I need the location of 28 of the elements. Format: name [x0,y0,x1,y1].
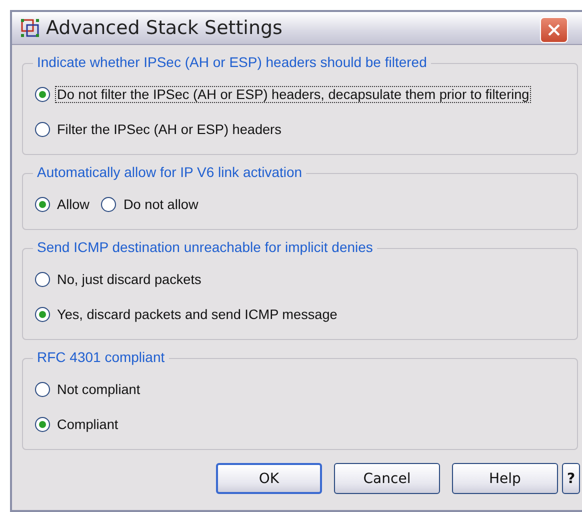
radio-button[interactable] [35,122,50,137]
group-title: Automatically allow for IP V6 link activation [33,164,306,180]
radio-button[interactable] [35,382,50,397]
option-label[interactable]: Do not filter the IPSec (AH or ESP) headers, decapsulate them prior to filtering [55,86,532,103]
group-title: Indicate whether IPSec (AH or ESP) headers should be filtered [33,54,431,70]
radio-button[interactable] [35,417,50,432]
radio-button[interactable] [35,197,50,212]
option-label[interactable]: Allow [55,196,92,213]
radio-button[interactable] [101,197,116,212]
group-title: RFC 4301 compliant [33,349,169,365]
radio-button[interactable] [35,87,50,102]
dialog-button[interactable]: OK [216,463,322,494]
option-label[interactable]: Compliant [55,416,120,433]
radio-button[interactable] [35,272,50,287]
dialog-button[interactable]: Cancel [334,463,440,494]
option-label[interactable]: Filter the IPSec (AH or ESP) headers [55,121,284,138]
option-label[interactable]: Do not allow [121,196,200,213]
dialog-button[interactable]: Help [452,463,558,494]
option-label[interactable]: No, just discard packets [55,271,204,288]
app-icon [20,18,40,38]
radio-button[interactable] [35,307,50,322]
option-label[interactable]: Yes, discard packets and send ICMP message [55,306,340,323]
group-title: Send ICMP destination unreachable for implicit denies [33,239,377,255]
window-title: Advanced Stack Settings [46,17,284,39]
dialog-button[interactable]: ? [562,463,580,494]
close-icon [547,23,561,37]
option-label[interactable]: Not compliant [55,381,142,398]
close-button[interactable] [540,17,568,43]
